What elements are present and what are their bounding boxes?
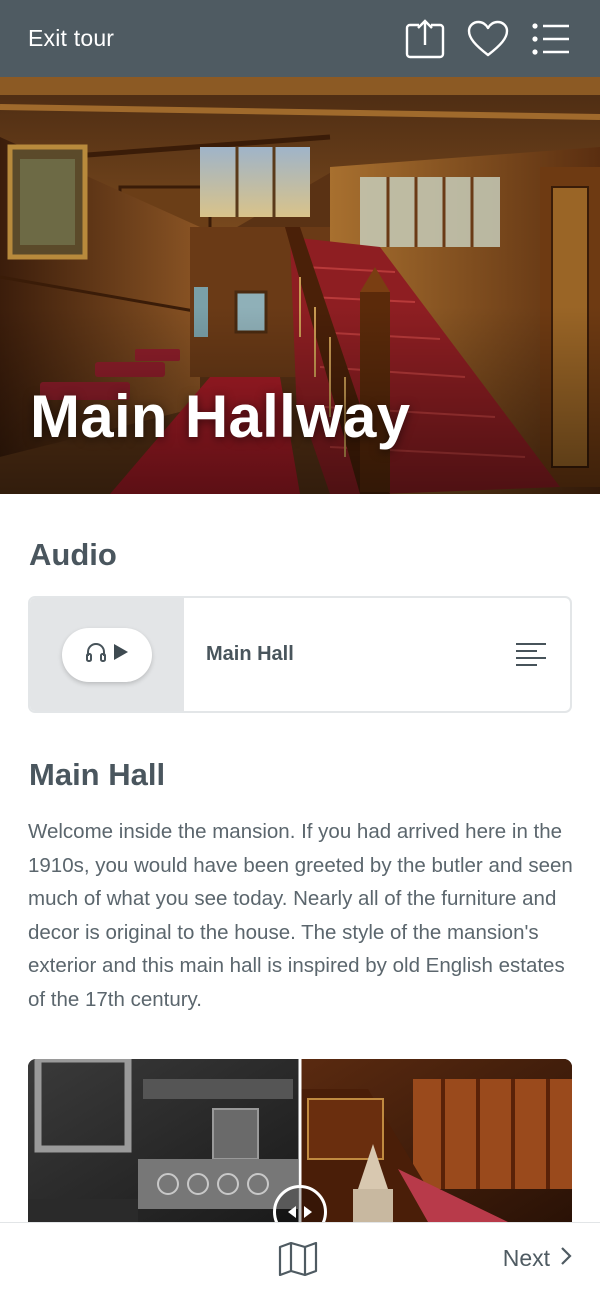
audio-track-label: Main Hall	[206, 643, 294, 665]
audio-section-title: Audio	[29, 537, 117, 572]
audio-thumbnail	[30, 598, 184, 711]
play-audio-button[interactable]	[62, 627, 152, 682]
article-body: Welcome inside the mansion. If you had a…	[28, 820, 573, 1011]
map-icon[interactable]	[278, 1241, 318, 1277]
next-label: Next	[502, 1245, 550, 1271]
hero-image: Main Hallway	[0, 77, 600, 494]
page-title: Main Hallway	[30, 383, 411, 450]
before-after-image-compare[interactable]	[28, 1059, 572, 1222]
bottom-navigation-bar: Next	[0, 1222, 600, 1300]
chevron-right-icon	[560, 1246, 572, 1271]
top-actions	[404, 18, 572, 60]
play-icon	[113, 643, 129, 666]
exit-tour-button[interactable]: Exit tour	[28, 25, 114, 52]
share-icon[interactable]	[404, 18, 446, 60]
headphones-icon	[85, 642, 107, 667]
next-button[interactable]: Next	[503, 1245, 572, 1272]
top-bar: Exit tour	[0, 0, 600, 77]
audio-player-card[interactable]: Main Hall	[28, 596, 572, 713]
list-menu-icon[interactable]	[530, 18, 572, 60]
heart-icon[interactable]	[467, 18, 509, 60]
transcript-icon[interactable]	[514, 638, 548, 672]
article-title: Main Hall	[29, 757, 166, 792]
